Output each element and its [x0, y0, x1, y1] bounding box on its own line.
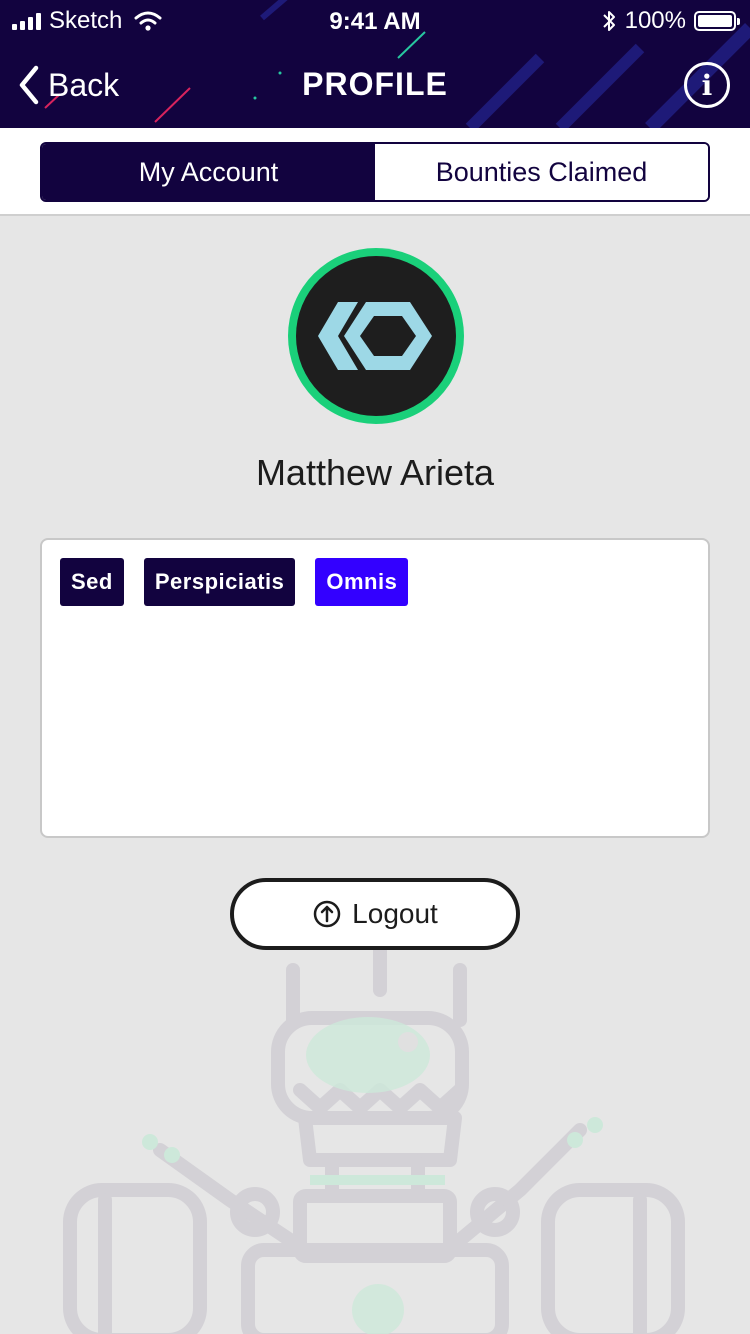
segmented-control: My Account Bounties Claimed: [40, 142, 710, 202]
user-name: Matthew Arieta: [255, 452, 495, 493]
tag-chip[interactable]: Sed: [60, 558, 124, 606]
tag-label: Omnis: [326, 569, 398, 594]
logout-button[interactable]: Logout: [230, 878, 520, 950]
header: Sketch 9:41 AM 100% Back PROFILE i: [0, 0, 750, 128]
status-bar: Sketch 9:41 AM 100%: [0, 0, 750, 40]
tab-label: Bounties Claimed: [435, 156, 648, 187]
power-icon: [313, 900, 341, 928]
tags-panel: Sed Perspiciatis Omnis: [40, 538, 710, 838]
avatar: [288, 248, 464, 424]
tag-label: Perspiciatis: [154, 569, 285, 594]
tab-label: My Account: [138, 156, 279, 187]
tab-my-account[interactable]: My Account: [42, 144, 375, 200]
hexagon-logo-icon: [318, 302, 432, 370]
tab-bar: My Account Bounties Claimed: [0, 128, 750, 216]
logout-label: Logout: [352, 898, 438, 929]
bluetooth-icon: [602, 11, 615, 31]
battery-percent: 100%: [624, 7, 686, 34]
battery-fill: [698, 15, 732, 27]
tag-chip[interactable]: Perspiciatis: [143, 558, 296, 606]
tag-chip[interactable]: Omnis: [315, 558, 409, 606]
info-icon[interactable]: i: [684, 62, 730, 108]
page-title: PROFILE: [302, 66, 448, 102]
tab-bounties-claimed[interactable]: Bounties Claimed: [375, 144, 708, 200]
battery-icon: [694, 11, 740, 31]
tag-label: Sed: [71, 569, 113, 594]
info-glyph: i: [701, 68, 713, 102]
robot-mascot-illustration: [63, 950, 685, 1334]
tag-list: Sed Perspiciatis Omnis: [60, 558, 409, 606]
